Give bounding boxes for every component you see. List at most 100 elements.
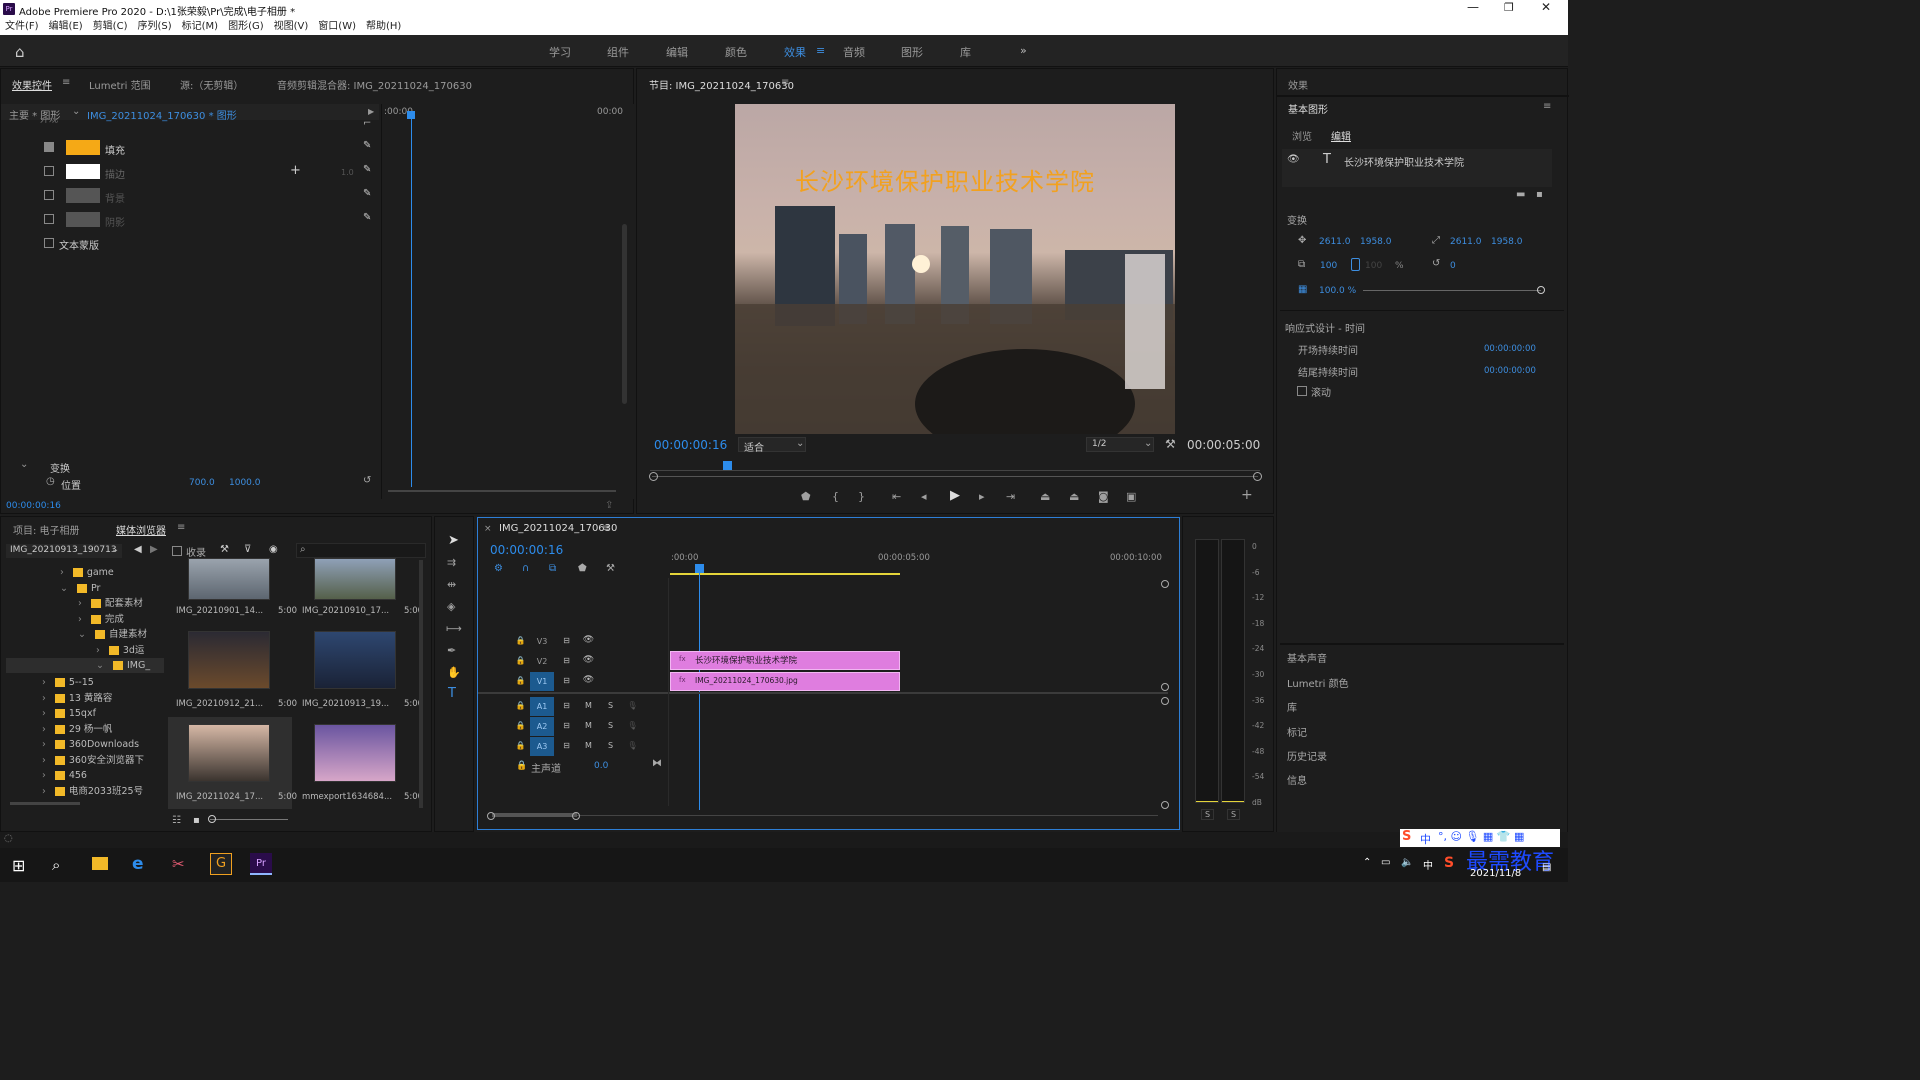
eye-icon[interactable]: 👁 (582, 654, 595, 667)
media-thumbnail[interactable] (314, 631, 396, 689)
libraries-label[interactable]: 库 (1287, 699, 1297, 714)
stopwatch-icon[interactable]: ◷ (46, 476, 55, 487)
tab-source[interactable]: 源:（无剪辑） (180, 77, 243, 92)
eg-anchor-y[interactable]: 1958.0 (1491, 237, 1523, 247)
timeline-v-scroll-audio[interactable] (1161, 697, 1169, 705)
snap-icon[interactable]: ∩ (522, 563, 529, 574)
comparison-view-icon[interactable]: ▣ (1126, 491, 1136, 502)
panel-menu-icon[interactable]: ≡ (602, 523, 610, 534)
menu-window[interactable]: 窗口(W) (313, 18, 361, 35)
chevron-right-icon[interactable]: › (78, 614, 85, 625)
stroke-checkbox[interactable] (44, 166, 54, 176)
lock-icon[interactable]: 🔒 (514, 739, 527, 752)
chevron-right-icon[interactable]: › (78, 598, 85, 609)
view-icon[interactable]: ◉ (269, 544, 278, 555)
chevron-right-icon[interactable]: › (42, 786, 49, 797)
media-thumbnail[interactable] (188, 724, 270, 782)
timeline-v-scroll-top[interactable] (1161, 580, 1169, 588)
wrench-icon[interactable]: ⚒ (220, 544, 229, 555)
menu-sequence[interactable]: 序列(S) (132, 18, 176, 35)
eg-opacity[interactable]: 100.0 % (1319, 286, 1356, 296)
microphone-icon[interactable]: 🎙 (626, 699, 639, 712)
eye-icon[interactable]: 👁 (582, 634, 595, 647)
outro-duration-value[interactable]: 00:00:00:00 (1484, 366, 1536, 376)
menu-view[interactable]: 视图(V) (269, 18, 314, 35)
master-volume-value[interactable]: 0.0 (594, 761, 608, 771)
tab-project[interactable]: 项目: 电子相册 (13, 522, 80, 537)
mark-out-icon[interactable]: } (858, 491, 865, 502)
new-layer-folder-icon[interactable]: ▬ (1516, 189, 1525, 200)
eg-anchor-x[interactable]: 2611.0 (1450, 237, 1482, 247)
premiere-taskbar-icon[interactable]: Pr (250, 853, 272, 875)
master-end-icon[interactable]: ⧓ (652, 758, 662, 769)
eg-scale-height[interactable]: 100 (1365, 261, 1382, 271)
clip-graphic[interactable]: fx 长沙环境保护职业技术学院 (670, 651, 900, 670)
snipping-tool-icon[interactable]: ✂ (172, 855, 185, 873)
timeline-h-scrollbar[interactable] (492, 815, 1158, 816)
windows-start-icon[interactable]: ⊞ (12, 856, 25, 875)
close-sequence-icon[interactable]: × (484, 524, 492, 534)
position-x-value[interactable]: 700.0 (189, 478, 215, 488)
text-layer-name[interactable]: 长沙环境保护职业技术学院 (1344, 154, 1464, 169)
add-marker-icon[interactable]: ⬟ (801, 491, 811, 502)
track-target-a2[interactable]: A2 (530, 717, 554, 736)
tab-browse[interactable]: 浏览 (1292, 128, 1312, 143)
home-icon[interactable]: ⌂ (15, 43, 25, 61)
eye-icon[interactable]: 👁 (1287, 154, 1300, 165)
edge-browser-icon[interactable]: e (132, 854, 144, 874)
folder-tree-scrollbar[interactable] (10, 802, 80, 805)
ime-indicator[interactable]: 中 (1423, 857, 1433, 872)
icon-view-icon[interactable]: ▪ (193, 815, 200, 826)
maximize-button[interactable]: ❐ (1504, 1, 1514, 14)
back-arrow-icon[interactable]: ◀ (134, 544, 142, 555)
list-view-icon[interactable]: ☷ (172, 815, 181, 826)
lock-icon[interactable]: 🔒 (514, 654, 527, 667)
quality-select[interactable]: 1/2 ⌄ (1086, 437, 1154, 452)
timeline-v-scroll-mid[interactable] (1161, 683, 1169, 691)
chevron-right-icon[interactable]: › (42, 724, 49, 735)
eg-rotation[interactable]: 0 (1450, 261, 1456, 271)
opacity-slider-handle[interactable] (1537, 286, 1545, 294)
menu-markers[interactable]: 标记(M) (177, 18, 223, 35)
ec-timecode[interactable]: 00:00:00:16 (6, 501, 61, 511)
workspace-assembly[interactable]: 组件 (607, 44, 629, 60)
workspace-learn[interactable]: 学习 (549, 44, 571, 60)
menu-edit[interactable]: 编辑(E) (44, 18, 88, 35)
add-marker-icon[interactable]: ⬟ (578, 563, 587, 574)
track-select-tool-icon[interactable]: ⇉ (447, 557, 456, 568)
chevron-down-icon[interactable]: ⌄ (96, 660, 107, 671)
microphone-icon[interactable]: 🎙 (626, 719, 639, 732)
play-only-icon[interactable]: ▶ (368, 107, 374, 116)
eg-position-y[interactable]: 1958.0 (1360, 237, 1392, 247)
effects-panel-label[interactable]: 效果 (1288, 77, 1308, 92)
camera-icon[interactable]: ◙ (1098, 491, 1109, 502)
track-target-a3[interactable]: A3 (530, 737, 554, 756)
fill-swatch[interactable] (66, 140, 100, 155)
chevron-down-icon[interactable]: ⌄ (72, 106, 80, 117)
sync-lock-icon[interactable]: ⊟ (560, 719, 573, 732)
eg-position-x[interactable]: 2611.0 (1319, 237, 1351, 247)
zoom-handle-left[interactable] (649, 472, 658, 481)
folder-select[interactable]: IMG_20210913_190713 ⌄ (6, 544, 122, 558)
clock-date[interactable]: 2021/11/8 (1470, 868, 1521, 879)
sync-lock-icon[interactable]: ⊟ (560, 674, 573, 687)
program-video-frame[interactable]: 长沙环境保护职业技术学院 (735, 104, 1175, 434)
chevron-right-icon[interactable]: › (60, 567, 67, 578)
eg-scale[interactable]: 100 (1320, 261, 1337, 271)
network-icon[interactable]: ▭ (1381, 857, 1390, 868)
pen-tool-icon[interactable]: ✒ (447, 645, 456, 656)
chevron-right-icon[interactable]: › (42, 693, 49, 704)
ingest-checkbox[interactable] (172, 546, 182, 556)
solo-left-button[interactable]: S (1201, 809, 1215, 820)
workspace-audio[interactable]: 音频 (843, 44, 865, 60)
timeline-playhead-handle[interactable] (695, 564, 704, 573)
tab-lumetri-scopes[interactable]: Lumetri 范围 (89, 77, 151, 92)
workspace-effects[interactable]: 效果 (784, 44, 806, 60)
program-zoom-bar[interactable] (652, 476, 1258, 477)
lumetri-color-label[interactable]: Lumetri 颜色 (1287, 675, 1349, 690)
thumbnail-size-slider[interactable] (210, 819, 288, 820)
more-workspaces-icon[interactable]: » (1020, 44, 1027, 57)
solo-right-button[interactable]: S (1227, 809, 1241, 820)
mark-in-icon[interactable]: { (832, 491, 839, 502)
media-thumbnail[interactable] (188, 631, 270, 689)
